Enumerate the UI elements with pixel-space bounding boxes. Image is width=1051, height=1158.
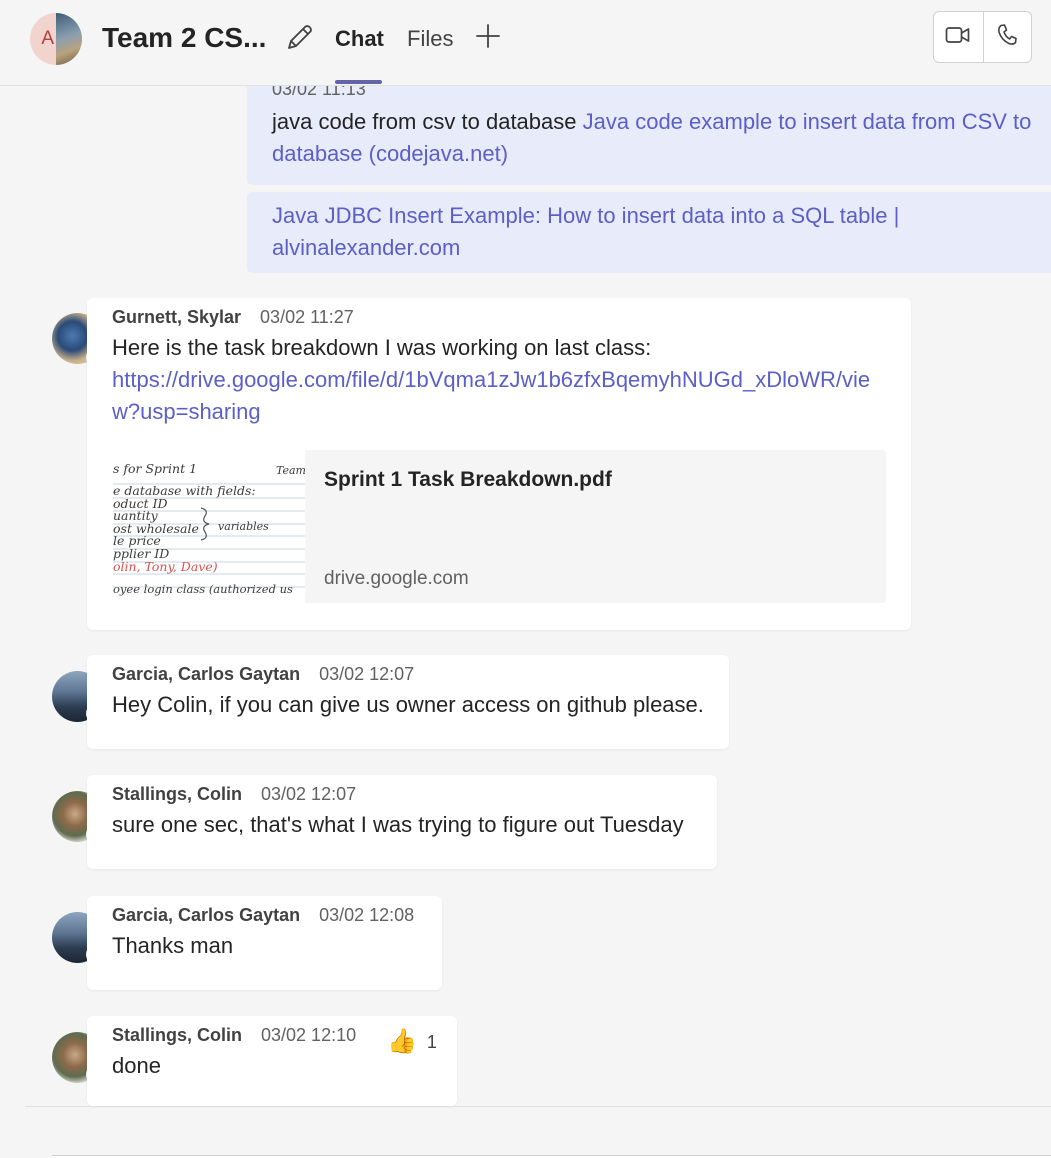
message-bubble[interactable]: Garcia, Carlos Gaytan 03/02 12:07 Hey Co… <box>87 655 729 749</box>
message-meta: Garcia, Carlos Gaytan 03/02 12:07 <box>112 655 704 692</box>
message-text: Hey Colin, if you can give us owner acce… <box>112 692 704 717</box>
preview-domain: drive.google.com <box>324 568 469 589</box>
call-buttons <box>933 11 1032 63</box>
group-avatar[interactable]: A <box>30 13 82 65</box>
tab-selected-indicator <box>335 80 382 84</box>
thumbs-up-icon: 👍 <box>387 1028 417 1055</box>
link-preview-card[interactable]: s for Sprint 1 Team e database with field… <box>113 450 886 603</box>
thumbnail-line: oyee login class (authorized us <box>113 582 293 597</box>
message-body: java code from csv to database Java code… <box>272 106 1042 170</box>
thumbnail-line: ost wholesale <box>113 520 199 536</box>
message-meta: Garcia, Carlos Gaytan 03/02 12:08 <box>112 896 417 933</box>
sender-name[interactable]: Gurnett, Skylar <box>112 307 241 328</box>
message-meta: Stallings, Colin 03/02 12:10 <box>112 1016 432 1053</box>
message-timestamp: 03/02 12:07 <box>319 664 415 684</box>
message-timestamp: 03/02 12:07 <box>261 784 357 804</box>
message-text: sure one sec, that's what I was trying t… <box>112 812 684 837</box>
message-link[interactable]: Java JDBC Insert Example: How to insert … <box>272 203 899 260</box>
divider <box>25 1106 1051 1107</box>
message-text: Here is the task breakdown I was working… <box>112 335 652 360</box>
sender-name[interactable]: Garcia, Carlos Gaytan <box>112 905 300 926</box>
reaction-count: 1 <box>426 1031 437 1052</box>
message-text: done <box>112 1053 161 1078</box>
thumbnail-line: variables <box>218 519 269 533</box>
sender-name[interactable]: Stallings, Colin <box>112 1025 242 1046</box>
sender-name[interactable]: Stallings, Colin <box>112 784 242 805</box>
own-message[interactable]: Java JDBC Insert Example: How to insert … <box>247 192 1051 273</box>
audio-call-button[interactable] <box>982 12 1032 62</box>
message-link-wrap: https://drive.google.com/file/d/1bVqma1z… <box>112 364 887 428</box>
thumbnail-line: Team <box>276 464 305 477</box>
thumbnail-text: s for Sprint 1 Team e database with field… <box>113 461 305 597</box>
message-meta: Stallings, Colin 03/02 12:07 <box>112 775 692 812</box>
preview-title[interactable]: Sprint 1 Task Breakdown.pdf <box>324 468 612 492</box>
message-text: java code from csv to database <box>272 109 583 134</box>
pdf-thumbnail: s for Sprint 1 Team e database with field… <box>113 450 305 603</box>
message-link[interactable]: https://drive.google.com/file/d/1bVqma1z… <box>112 367 870 424</box>
avatar-initial: A <box>30 13 56 65</box>
message-meta: Gurnett, Skylar 03/02 11:27 <box>112 298 886 335</box>
message-text: Thanks man <box>112 933 234 958</box>
message-timestamp: 03/02 12:10 <box>261 1025 357 1045</box>
tab-files[interactable]: Files <box>407 26 453 52</box>
chat-title[interactable]: Team 2 CS... <box>102 22 266 54</box>
message-bubble[interactable]: Stallings, Colin 03/02 12:07 sure one se… <box>87 775 717 869</box>
chat-header: A Team 2 CS... Chat Files <box>0 0 1051 86</box>
message-timestamp: 03/02 11:27 <box>260 307 354 327</box>
plus-icon[interactable] <box>474 22 502 50</box>
thumbnail-line: olin, Tony, Dave) <box>113 558 218 574</box>
tab-chat[interactable]: Chat <box>335 26 384 52</box>
thumbnail-line: s for Sprint 1 <box>113 461 198 476</box>
edit-icon[interactable] <box>284 22 314 54</box>
video-call-icon <box>945 25 971 50</box>
sender-name[interactable]: Garcia, Carlos Gaytan <box>112 664 300 685</box>
reaction[interactable]: 👍 1 <box>387 1030 437 1054</box>
audio-call-icon <box>996 23 1018 52</box>
video-call-button[interactable] <box>934 12 983 62</box>
message-bubble[interactable]: Garcia, Carlos Gaytan 03/02 12:08 Thanks… <box>87 896 442 990</box>
message-timestamp: 03/02 12:08 <box>319 905 415 925</box>
avatar-photo <box>56 13 82 65</box>
